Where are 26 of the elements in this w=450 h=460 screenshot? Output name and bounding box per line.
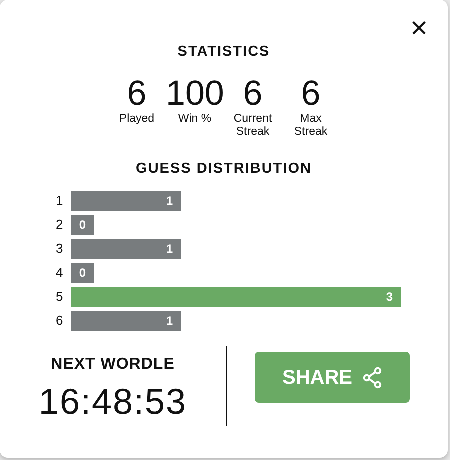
guess-number: 3 xyxy=(56,240,64,258)
guess-number: 6 xyxy=(56,312,64,330)
guess-number: 2 xyxy=(56,216,64,234)
guess-number: 5 xyxy=(56,288,64,306)
distribution-bar: 3 xyxy=(71,286,401,307)
guess-number: 1 xyxy=(56,192,64,210)
stat-label: Played xyxy=(118,113,156,126)
distribution-bar: 1 xyxy=(71,190,181,211)
close-button[interactable]: × xyxy=(408,16,430,42)
stat-value: 6 xyxy=(300,75,322,114)
countdown-timer: 16:48:53 xyxy=(38,382,188,422)
stat-value: 100 xyxy=(166,75,224,114)
statistics-heading: STATISTICS xyxy=(176,44,272,62)
distribution-heading: GUESS DISTRIBUTION xyxy=(135,161,313,179)
stat-label: Current Streak xyxy=(232,113,274,140)
distribution-bar: 1 xyxy=(71,310,181,331)
distribution-bar: 0 xyxy=(71,214,94,235)
stat-value: 6 xyxy=(242,75,264,114)
stat-value: 6 xyxy=(126,75,148,114)
stat-label: Win % xyxy=(177,113,213,126)
distribution-bar: 0 xyxy=(71,262,94,283)
guess-number: 4 xyxy=(56,264,64,282)
share-icon xyxy=(362,366,382,389)
distribution-bar: 1 xyxy=(71,238,181,259)
stat-label: Max Streak xyxy=(293,113,329,140)
next-wordle-label: NEXT WORDLE xyxy=(51,354,175,374)
